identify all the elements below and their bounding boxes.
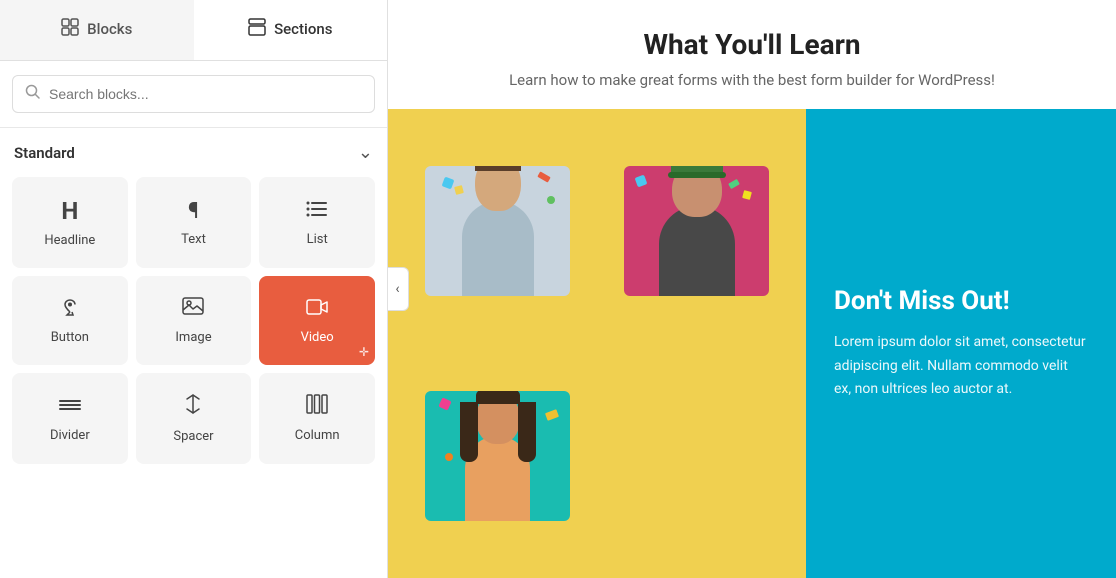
chevron-down-icon: ⌄ [358, 142, 373, 163]
block-divider[interactable]: Divider [12, 373, 128, 464]
search-icon [25, 84, 41, 104]
block-column[interactable]: Column [259, 373, 375, 464]
content-heading: What You'll Learn [428, 28, 1076, 61]
search-section [0, 61, 387, 128]
button-icon [59, 297, 81, 322]
headline-icon: H [61, 197, 78, 225]
block-button-label: Button [51, 330, 89, 345]
standard-section-title: Standard [14, 144, 75, 162]
block-video[interactable]: Video ✛ [259, 276, 375, 365]
block-text[interactable]: ¶ Text [136, 177, 252, 268]
block-video-label: Video [301, 330, 334, 345]
block-button[interactable]: Button [12, 276, 128, 365]
search-input[interactable] [49, 86, 362, 102]
block-spacer-label: Spacer [173, 429, 213, 444]
image-icon [182, 296, 204, 322]
collapse-panel-button[interactable]: ‹ [388, 267, 409, 311]
block-list[interactable]: List [259, 177, 375, 268]
block-spacer[interactable]: Spacer [136, 373, 252, 464]
content-subtext: Learn how to make great forms with the b… [428, 71, 1076, 89]
search-box[interactable] [12, 75, 375, 113]
block-image[interactable]: Image [136, 276, 252, 365]
teal-body: Lorem ipsum dolor sit amet, consectetur … [834, 331, 1088, 400]
block-headline-label: Headline [44, 233, 95, 248]
block-divider-label: Divider [50, 428, 90, 443]
person-image-3 [425, 391, 570, 521]
drag-icon: ✛ [359, 345, 369, 359]
teal-heading: Don't Miss Out! [834, 286, 1088, 317]
block-text-label: Text [181, 232, 206, 247]
block-list-label: List [307, 232, 328, 247]
tab-blocks-label: Blocks [87, 20, 132, 38]
block-headline[interactable]: H Headline [12, 177, 128, 268]
content-bottom: Don't Miss Out! Lorem ipsum dolor sit am… [388, 109, 1116, 578]
divider-icon [59, 395, 81, 420]
person-image-2 [624, 166, 769, 296]
standard-section-header[interactable]: Standard ⌄ [0, 128, 387, 173]
tab-blocks[interactable]: Blocks [0, 0, 194, 60]
empty-cell [624, 391, 769, 521]
blocks-grid: H Headline ¶ Text List [0, 173, 387, 468]
text-icon: ¶ [188, 199, 199, 224]
tab-sections[interactable]: Sections [194, 0, 388, 60]
list-icon [306, 199, 328, 224]
sections-icon [248, 18, 266, 40]
right-panel: ‹ What You'll Learn Learn how to make gr… [388, 0, 1116, 578]
block-column-label: Column [295, 428, 340, 443]
content-top: What You'll Learn Learn how to make grea… [388, 0, 1116, 109]
video-icon [306, 297, 328, 322]
block-image-label: Image [175, 330, 211, 345]
yellow-section [388, 109, 806, 578]
tab-sections-label: Sections [274, 20, 332, 38]
person-image-1 [425, 166, 570, 296]
tabs-bar: Blocks Sections [0, 0, 387, 61]
column-icon [306, 394, 328, 420]
left-panel: Blocks Sections Standard ⌄ [0, 0, 388, 578]
blocks-icon [61, 18, 79, 40]
teal-section: Don't Miss Out! Lorem ipsum dolor sit am… [806, 109, 1116, 578]
spacer-icon [182, 393, 204, 421]
